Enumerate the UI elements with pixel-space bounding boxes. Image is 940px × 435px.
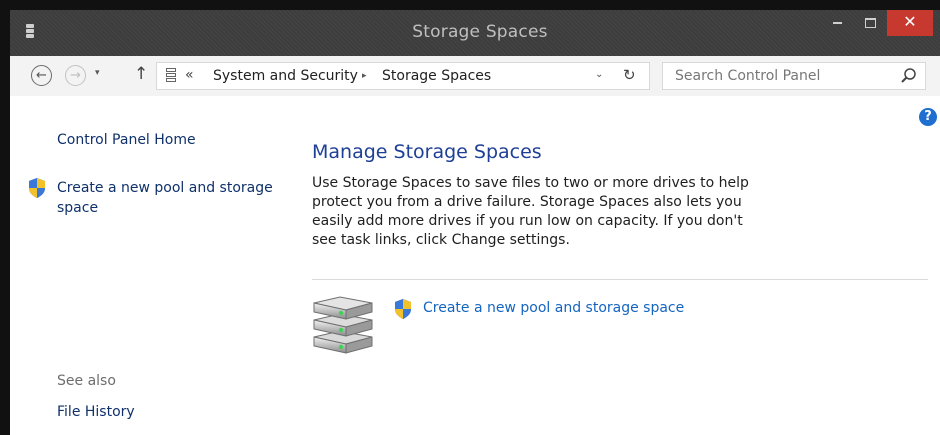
navigation-bar: ← → ▾ ↑ « System and Security ▸ Storage … — [10, 56, 940, 96]
uac-shield-icon — [395, 299, 411, 319]
page-title: Manage Storage Spaces — [312, 141, 542, 163]
address-dropdown-button[interactable]: ⌄ — [595, 69, 603, 80]
address-bar[interactable]: « System and Security ▸ Storage Spaces ⌄… — [156, 62, 650, 90]
refresh-button[interactable]: ↻ — [623, 66, 636, 84]
up-button[interactable]: ↑ — [134, 64, 148, 84]
search-placeholder: Search Control Panel — [675, 68, 821, 84]
minimize-icon — [832, 21, 842, 24]
minimize-button[interactable] — [823, 10, 851, 36]
breadcrumb-storage-spaces[interactable]: Storage Spaces — [382, 68, 491, 84]
main-pane: Manage Storage Spaces Use Storage Spaces… — [300, 96, 940, 435]
back-button[interactable]: ← — [31, 65, 52, 86]
create-pool-link-sidebar[interactable]: Create a new pool and storage space — [57, 178, 287, 218]
create-pool-link-main[interactable]: Create a new pool and storage space — [423, 300, 684, 316]
search-input[interactable]: Search Control Panel — [662, 62, 926, 90]
uac-shield-icon — [29, 178, 45, 198]
maximize-icon — [864, 17, 876, 28]
title-bar[interactable]: Storage Spaces ✕ — [10, 10, 940, 56]
file-history-link[interactable]: File History — [57, 402, 135, 422]
stacked-drives-icon — [313, 296, 373, 354]
left-navigation-pane: Control Panel Home Create a new pool and… — [10, 96, 300, 435]
forward-button[interactable]: → — [65, 65, 86, 86]
recent-locations-button[interactable]: ▾ — [95, 68, 100, 78]
breadcrumb-system-and-security[interactable]: System and Security — [213, 68, 358, 84]
storage-spaces-window: Storage Spaces ✕ ← → ▾ ↑ « System and Se… — [10, 10, 940, 435]
maximize-button[interactable] — [855, 10, 885, 36]
page-description: Use Storage Spaces to save files to two … — [312, 175, 749, 248]
control-panel-home-link[interactable]: Control Panel Home — [57, 130, 196, 150]
breadcrumb-overflow-button[interactable]: « — [185, 67, 194, 83]
see-also-heading: See also — [57, 373, 116, 389]
window-title: Storage Spaces — [412, 22, 548, 42]
control-panel-content: ← → ▾ ↑ « System and Security ▸ Storage … — [10, 56, 940, 435]
storage-spaces-address-icon — [166, 68, 176, 84]
search-icon[interactable] — [899, 66, 919, 86]
close-button[interactable]: ✕ — [887, 10, 933, 36]
section-divider — [312, 279, 928, 280]
breadcrumb-separator-icon[interactable]: ▸ — [362, 71, 367, 81]
